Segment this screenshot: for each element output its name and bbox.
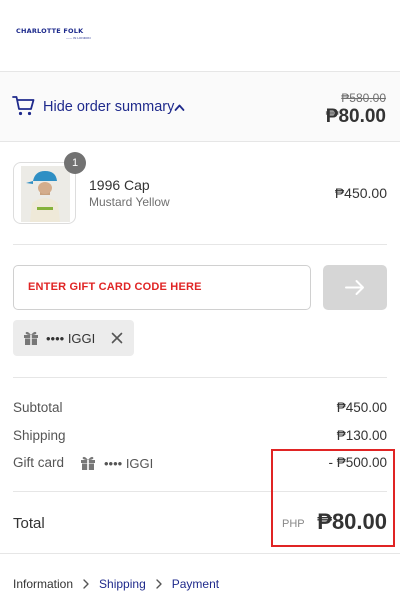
order-summary-toggle-label[interactable]: Hide order summary xyxy=(43,99,174,115)
shipping-value: ₱130.00 xyxy=(336,428,387,443)
store-logo[interactable]: CHARLOTTE FOLK xyxy=(16,27,83,35)
shipping-label: Shipping xyxy=(13,428,66,443)
product-price: ₱450.00 xyxy=(334,185,387,201)
gift-card-code: •••• IGGI xyxy=(104,456,154,471)
subtotal-value: ₱450.00 xyxy=(336,400,387,415)
quantity-badge: 1 xyxy=(64,152,86,174)
original-price: ₱580.00 xyxy=(341,91,386,105)
breadcrumb-payment[interactable]: Payment xyxy=(172,577,219,591)
total-label: Total xyxy=(13,515,45,532)
close-icon[interactable] xyxy=(111,332,123,344)
breadcrumb: Information Shipping Payment xyxy=(13,577,219,591)
store-header: CHARLOTTE FOLK —— IN LONDON xyxy=(0,0,400,72)
arrow-right-icon xyxy=(345,280,364,295)
gift-icon xyxy=(24,331,38,345)
gift-card-label: Gift card xyxy=(13,455,65,470)
divider xyxy=(13,377,387,378)
product-variant: Mustard Yellow xyxy=(89,195,170,209)
apply-gift-card-button[interactable] xyxy=(323,265,387,310)
applied-gift-card-code: •••• IGGI xyxy=(46,331,96,346)
chevron-right-icon xyxy=(156,579,162,589)
order-summary-toggle[interactable]: Hide order summary ₱580.00 ₱80.00 xyxy=(0,72,400,142)
gift-card-placeholder: ENTER GIFT CARD CODE HERE xyxy=(28,281,202,293)
summary-current-price: ₱80.00 xyxy=(325,106,386,127)
product-name: 1996 Cap xyxy=(89,177,150,193)
line-item: 1 1996 Cap Mustard Yellow ₱450.00 xyxy=(13,152,387,224)
chevron-right-icon xyxy=(83,579,89,589)
applied-gift-card-tag: •••• IGGI xyxy=(13,320,134,356)
breadcrumb-information[interactable]: Information xyxy=(13,577,73,591)
product-image xyxy=(21,166,70,222)
subtotal-label: Subtotal xyxy=(13,400,63,415)
store-logo-subtext: —— IN LONDON xyxy=(66,36,91,40)
gift-card-input[interactable]: ENTER GIFT CARD CODE HERE xyxy=(13,265,311,310)
divider xyxy=(13,244,387,245)
breadcrumb-shipping[interactable]: Shipping xyxy=(99,577,146,591)
highlight-annotation xyxy=(271,449,395,547)
divider xyxy=(0,553,400,554)
product-thumbnail xyxy=(13,162,76,224)
cart-icon xyxy=(12,96,35,116)
chevron-up-icon xyxy=(174,104,185,111)
gift-icon xyxy=(81,456,95,470)
